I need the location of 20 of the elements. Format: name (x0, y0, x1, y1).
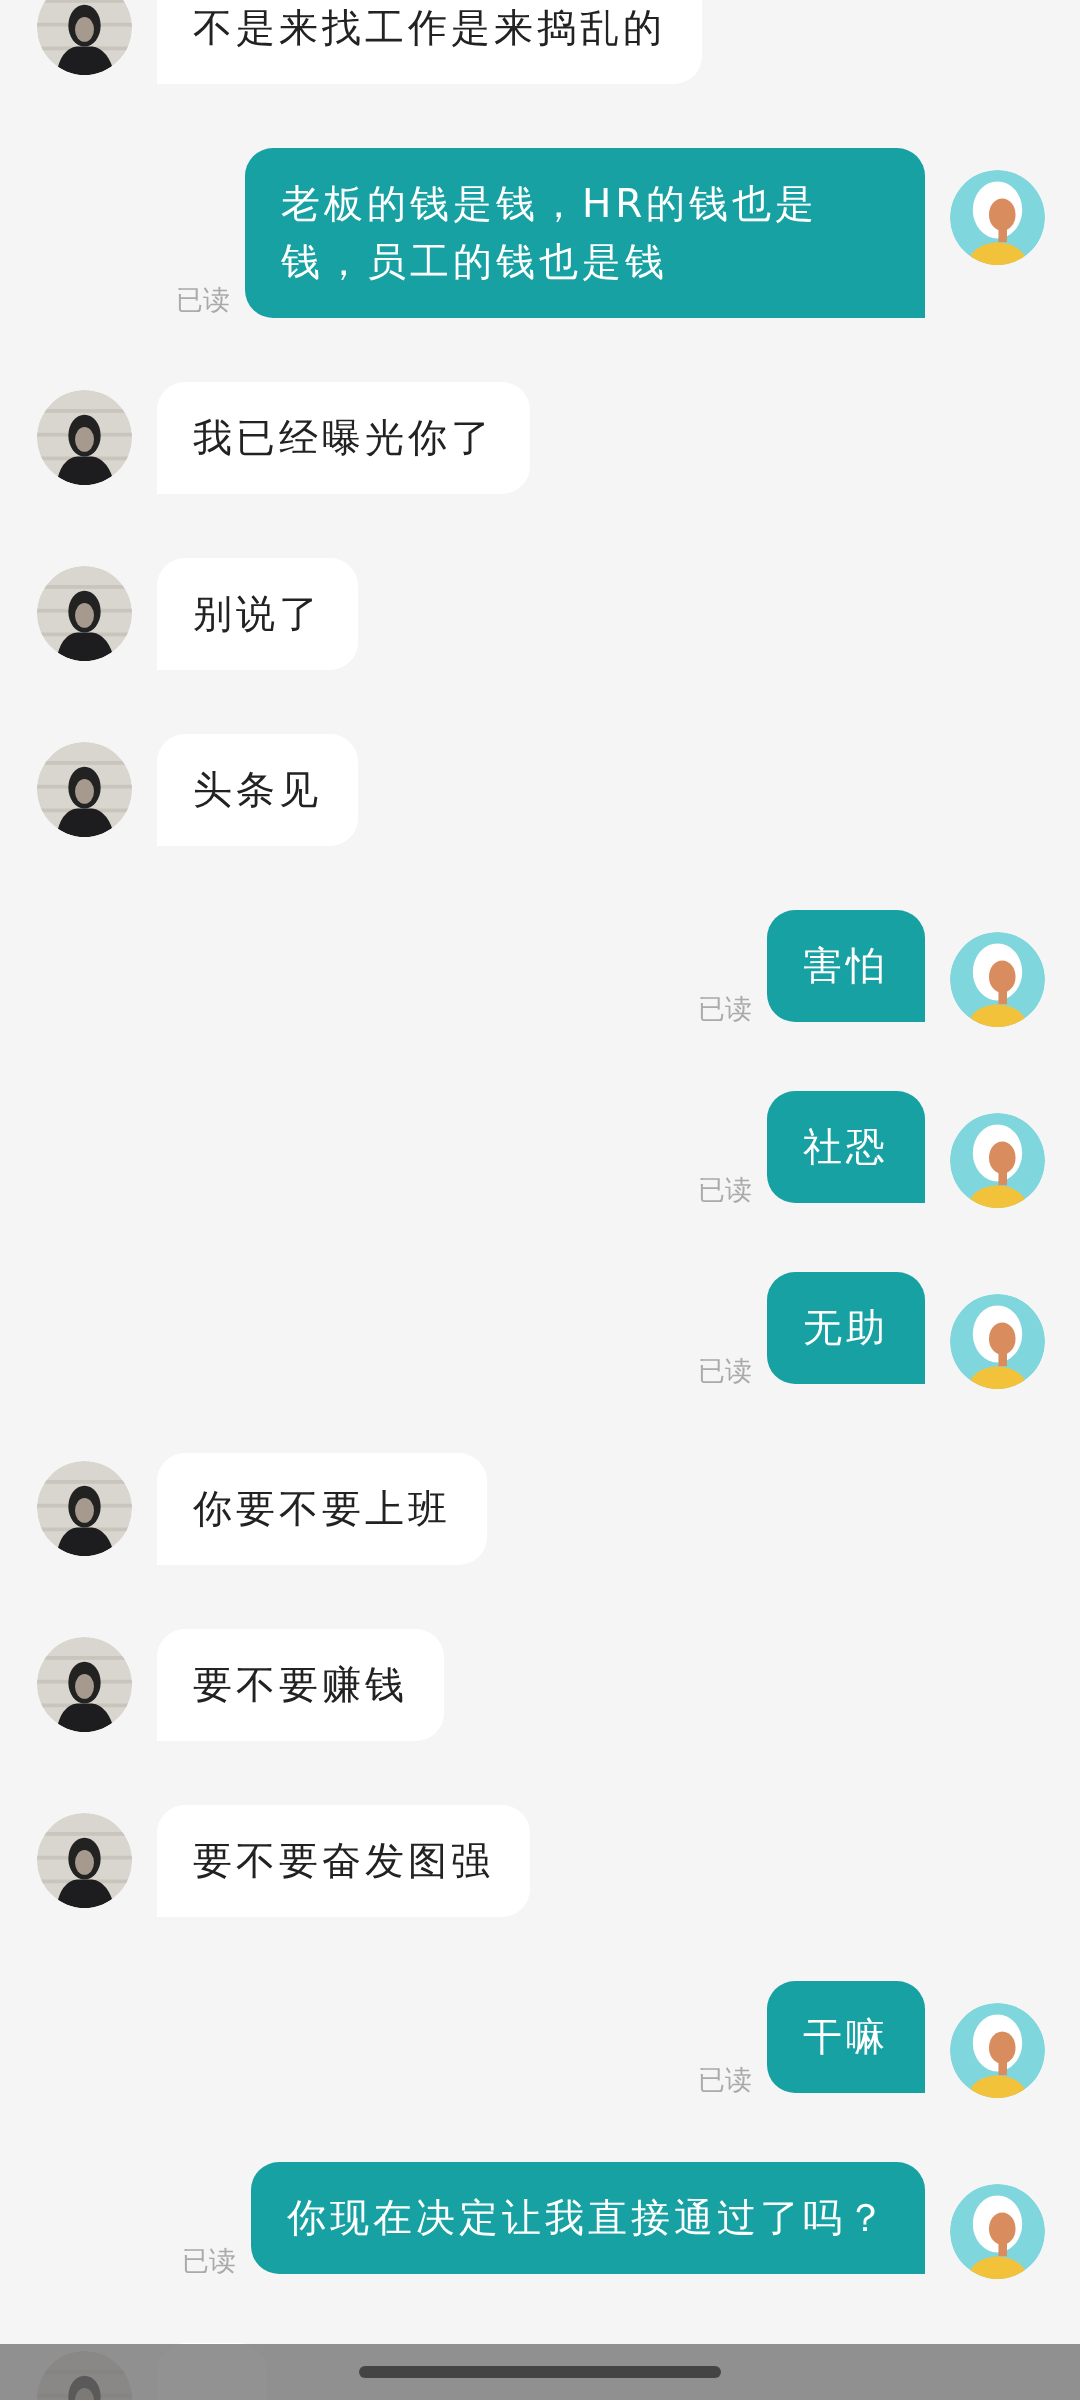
message-bubble: 要不要奋发图强 (157, 1805, 530, 1917)
read-status: 已读 (698, 1173, 752, 1207)
message-bubble: 无助 (767, 1272, 925, 1384)
read-status: 已读 (698, 992, 752, 1026)
home-indicator[interactable] (359, 2366, 721, 2378)
message-bubble: 别说了 (157, 558, 358, 670)
message-bubble: 社恐 (767, 1091, 925, 1203)
message-bubble: 头条见 (157, 734, 358, 846)
message-bubble: 你现在决定让我直接通过了吗？ (251, 2162, 925, 2274)
read-status: 已读 (698, 1354, 752, 1388)
read-status: 已读 (176, 283, 230, 317)
read-status: 已读 (698, 2063, 752, 2097)
message-bubble: 要不要赚钱 (157, 1629, 444, 1741)
message-bubble: 你要不要上班 (157, 1453, 487, 1565)
message-bubble: 干嘛 (767, 1981, 925, 2093)
message-bubble: 我已经曝光你了 (157, 382, 530, 494)
message-bubble: 害怕 (767, 910, 925, 1022)
read-status: 已读 (182, 2244, 236, 2278)
message-bubble: 老板的钱是钱，HR的钱也是钱，员工的钱也是钱 (245, 148, 925, 318)
message-bubble: 不是来找工作是来捣乱的 (157, 0, 702, 84)
